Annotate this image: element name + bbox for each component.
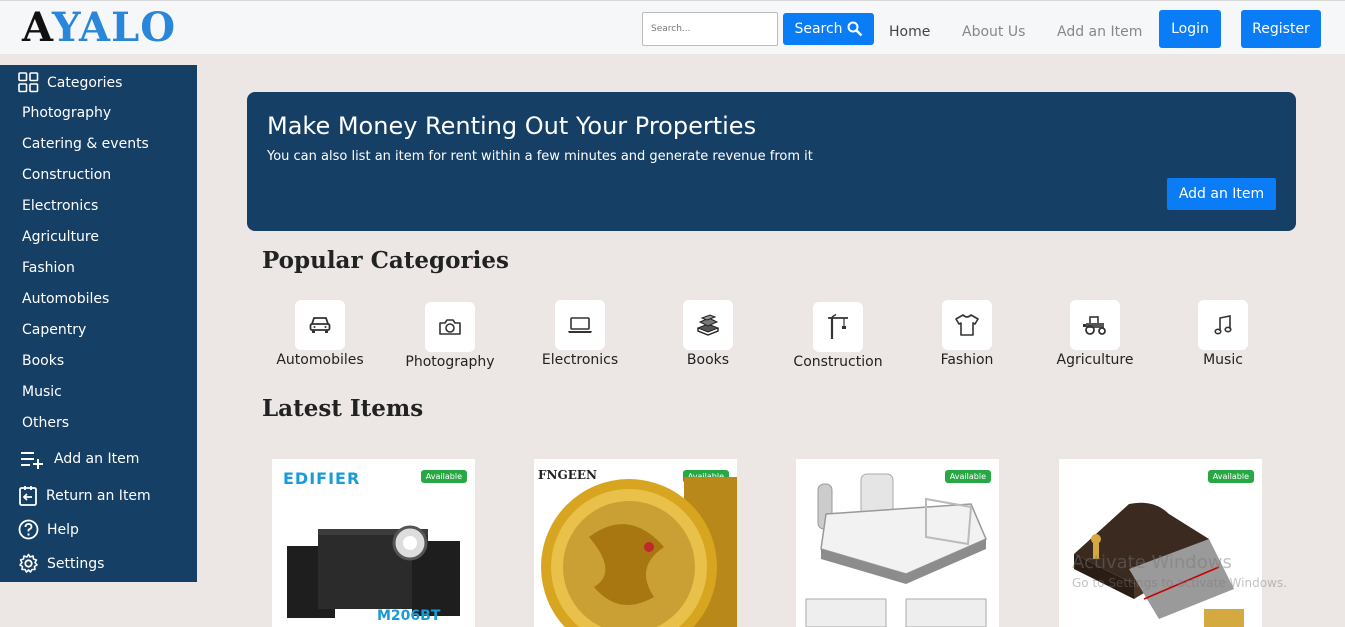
sidebar-item-catering[interactable]: Catering & events (22, 136, 149, 152)
item-model-text: M206BT (377, 608, 441, 624)
category-label: Books (686, 352, 730, 368)
sidebar-settings-label: Settings (47, 555, 105, 572)
laptop-icon (555, 300, 605, 350)
search-button[interactable]: Search (783, 13, 874, 45)
item-card-dish-rack[interactable]: Available (796, 459, 999, 627)
category-electronics[interactable]: Electronics (515, 300, 645, 368)
logo-letter-a: A (22, 4, 53, 51)
category-music[interactable]: Music (1158, 300, 1288, 368)
item-card-speakers[interactable]: EDIFIER Available M206BT (272, 459, 475, 627)
sidebar-return-item-label: Return an Item (46, 488, 151, 504)
category-label: Agriculture (1056, 352, 1134, 368)
sidebar-categories-label: Categories (47, 74, 123, 91)
popular-categories-heading: Popular Categories (262, 247, 509, 274)
banner-add-item-button[interactable]: Add an Item (1167, 178, 1276, 210)
sidebar-help[interactable]: Help (18, 519, 79, 540)
return-icon (19, 486, 37, 506)
sidebar-item-construction[interactable]: Construction (22, 167, 111, 183)
category-label: Fashion (940, 352, 994, 368)
login-button[interactable]: Login (1159, 10, 1221, 48)
gear-icon (19, 553, 38, 573)
sidebar-item-capentry[interactable]: Capentry (22, 322, 86, 338)
category-label: Electronics (541, 352, 619, 368)
watermark-title: Activate Windows (1072, 552, 1232, 573)
category-fashion[interactable]: Fashion (902, 300, 1032, 368)
item-card-hand-plane[interactable]: Available (1059, 459, 1262, 627)
item-brand-text: EDIFIER (283, 469, 361, 488)
search-button-label: Search (794, 21, 843, 37)
sidebar-help-label: Help (47, 521, 79, 538)
category-books[interactable]: Books (643, 300, 773, 368)
music-note-icon (1198, 300, 1248, 350)
banner-title: Make Money Renting Out Your Properties (267, 112, 757, 140)
crane-icon (813, 302, 863, 352)
hero-banner: Make Money Renting Out Your Properties Y… (247, 92, 1296, 231)
item-card-watch[interactable]: FNGEEN Available (534, 459, 737, 627)
category-agriculture[interactable]: Agriculture (1030, 300, 1160, 368)
latest-items-heading: Latest Items (262, 395, 424, 422)
sidebar-add-item-label: Add an Item (54, 451, 140, 467)
sidebar-add-item[interactable]: Add an Item (20, 449, 139, 469)
help-icon (18, 519, 39, 540)
search-input[interactable] (642, 12, 778, 46)
top-navbar: AYALO Search Home About Us Add an Item L… (0, 0, 1345, 54)
category-label: Photography (405, 354, 495, 370)
sidebar-item-photography[interactable]: Photography (22, 105, 111, 121)
category-construction[interactable]: Construction (773, 302, 903, 370)
sidebar-item-agriculture[interactable]: Agriculture (22, 229, 99, 245)
sidebar-settings[interactable]: Settings (18, 553, 104, 574)
logo-text-rest: YALO (52, 4, 177, 51)
category-label: Construction (793, 354, 883, 370)
hand-plane-image (1074, 502, 1244, 627)
nav-home-link[interactable]: Home (889, 24, 930, 40)
category-automobiles[interactable]: Automobiles (255, 300, 385, 368)
shirt-icon (942, 300, 992, 350)
nav-add-item-link[interactable]: Add an Item (1057, 24, 1142, 40)
car-icon (295, 300, 345, 350)
dish-rack-image (805, 473, 987, 627)
sidebar-item-electronics[interactable]: Electronics (22, 198, 98, 214)
sidebar-item-books[interactable]: Books (22, 353, 64, 369)
category-photography[interactable]: Photography (385, 302, 515, 370)
register-button[interactable]: Register (1241, 10, 1321, 48)
sidebar-item-others[interactable]: Others (22, 415, 69, 431)
gold-watch-image (541, 477, 737, 627)
sidebar-return-item[interactable]: Return an Item (18, 485, 151, 507)
speaker-set-image (287, 525, 460, 618)
books-icon (683, 300, 733, 350)
camera-icon (425, 302, 475, 352)
watermark-subtitle: Go to Settings to activate Windows. (1072, 576, 1287, 590)
category-label: Automobiles (276, 352, 364, 368)
grid-icon (18, 72, 39, 93)
sidebar: Categories Photography Catering & events… (0, 65, 197, 582)
sidebar-item-music[interactable]: Music (22, 384, 62, 400)
availability-badge: Available (420, 470, 467, 483)
nav-about-link[interactable]: About Us (962, 24, 1025, 40)
search-icon (847, 21, 862, 37)
sidebar-categories[interactable]: Categories (18, 72, 122, 93)
category-label: Music (1203, 352, 1243, 368)
logo[interactable]: AYALO (22, 6, 176, 50)
add-list-icon (21, 452, 43, 469)
banner-subtitle: You can also list an item for rent withi… (267, 149, 813, 164)
tractor-icon (1070, 300, 1120, 350)
sidebar-item-automobiles[interactable]: Automobiles (22, 291, 109, 307)
sidebar-item-fashion[interactable]: Fashion (22, 260, 75, 276)
